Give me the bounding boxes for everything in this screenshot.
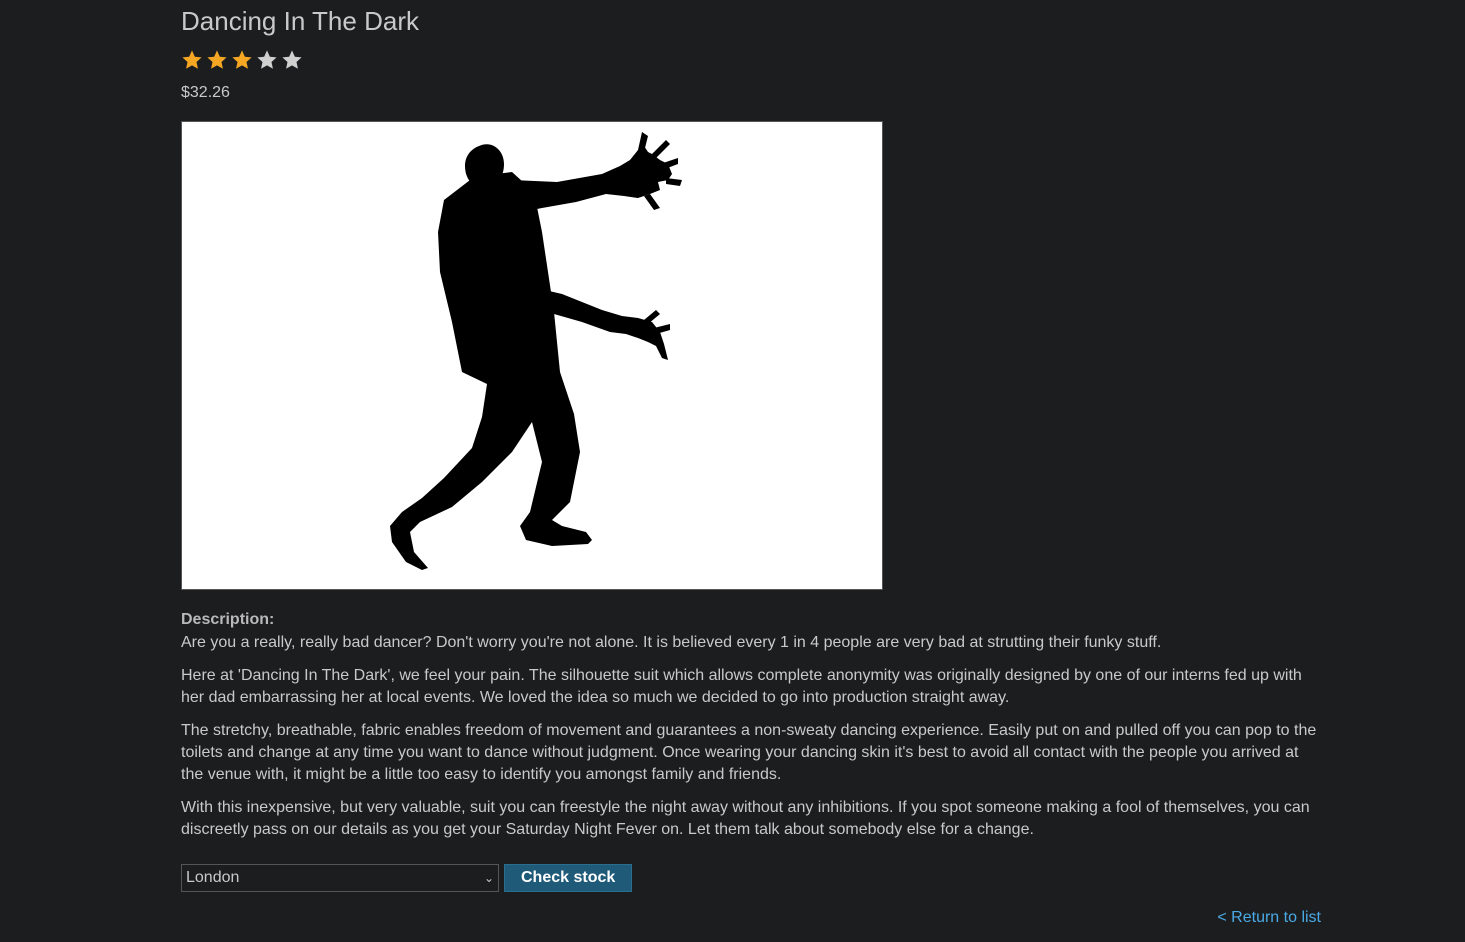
check-stock-button[interactable]: Check stock [504, 864, 633, 892]
star-icon [207, 50, 227, 69]
star-icon [257, 50, 277, 69]
description-paragraph: With this inexpensive, but very valuable… [181, 799, 1310, 838]
rating-stars [181, 49, 303, 71]
star-icon [182, 50, 202, 69]
dancer-silhouette-image [390, 132, 682, 570]
product-image [181, 121, 883, 590]
chevron-down-icon: ⌄ [483, 871, 494, 885]
description-paragraph: Here at 'Dancing In The Dark', we feel y… [181, 667, 1302, 706]
star-icon [232, 50, 252, 69]
store-select[interactable]: London ⌄ [181, 864, 499, 892]
product-description: Description: Are you a really, really ba… [181, 609, 1321, 852]
product-price: $32.26 [181, 84, 230, 101]
return-to-list-link[interactable]: < Return to list [1217, 909, 1321, 927]
store-select-value: London [186, 869, 240, 886]
product-title: Dancing In The Dark [181, 6, 419, 36]
star-icon [282, 50, 302, 69]
description-paragraph: The stretchy, breathable, fabric enables… [181, 722, 1317, 783]
description-label: Description: [181, 611, 275, 628]
stock-check-form: London ⌄ Check stock [181, 864, 633, 892]
description-paragraph: Are you a really, really bad dancer? Don… [181, 634, 1162, 651]
